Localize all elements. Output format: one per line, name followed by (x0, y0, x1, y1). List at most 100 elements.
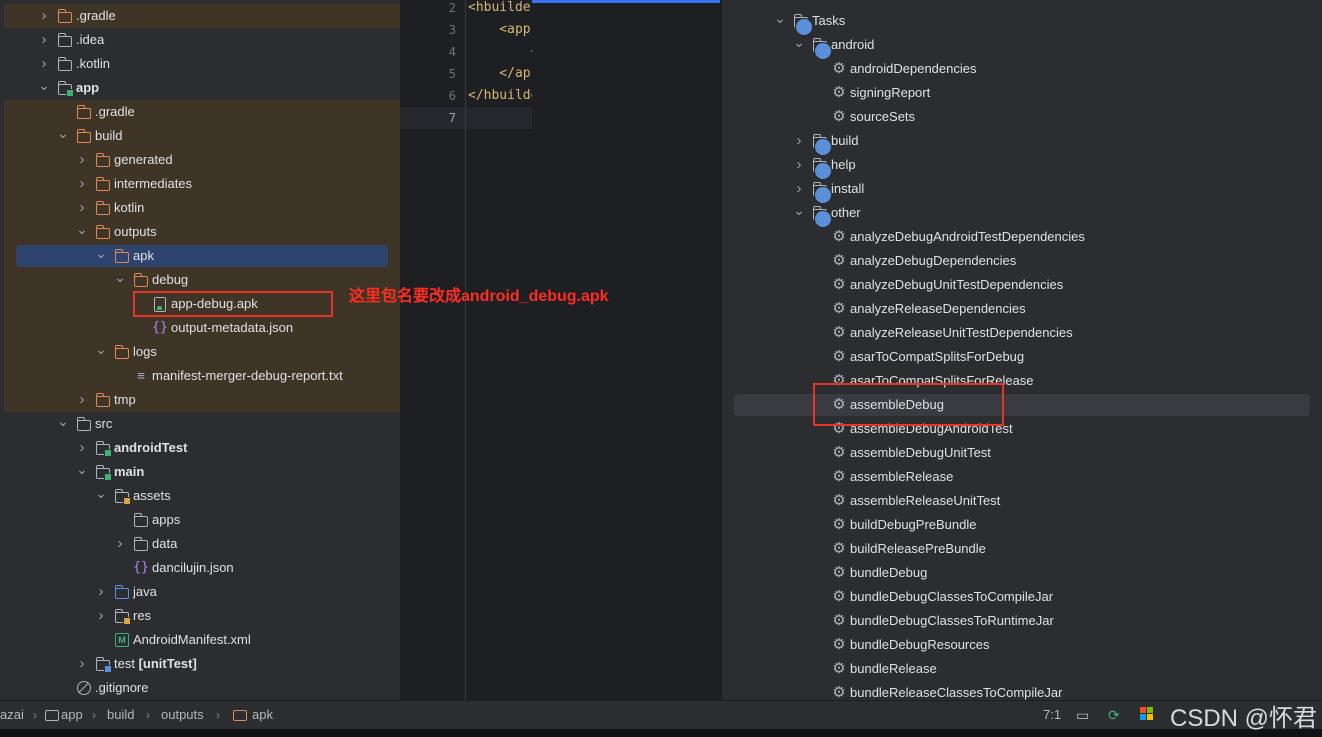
tree-item[interactable]: apps (0, 508, 400, 532)
code-line[interactable]: </ap (468, 63, 530, 85)
comment-icon[interactable]: ▭ (1076, 701, 1089, 729)
chevron-right-icon[interactable]: › (793, 133, 805, 148)
chevron-right-icon[interactable]: › (38, 32, 50, 47)
tree-item[interactable]: ⌄ app (0, 76, 400, 100)
sync-icon[interactable]: ⟳ (1108, 701, 1120, 729)
chevron-right-icon[interactable]: › (793, 157, 805, 172)
task-item[interactable]: ⚙ asarToCompatSplitsForDebug (722, 345, 1322, 369)
chevron-down-icon[interactable]: ⌄ (774, 11, 786, 25)
tree-item[interactable]: ⌄ logs (0, 340, 400, 364)
task-item[interactable]: › help (722, 153, 1322, 180)
chevron-down-icon[interactable]: ⌄ (793, 203, 805, 217)
tree-item[interactable]: › .gradle (0, 4, 400, 28)
task-item[interactable]: ⚙ assembleReleaseUnitTest (722, 489, 1322, 513)
code-line[interactable]: <app (468, 19, 530, 41)
task-item[interactable]: ⚙ analyzeDebugUnitTestDependencies (722, 273, 1322, 297)
chevron-down-icon[interactable]: ⌄ (57, 414, 69, 428)
code-line[interactable]: </hbuilde (468, 85, 538, 107)
tree-item[interactable]: {} dancilujin.json (0, 556, 400, 580)
tree-item[interactable]: {} output-metadata.json (0, 316, 400, 340)
task-item[interactable]: ⚙ androidDependencies (722, 57, 1322, 81)
chevron-right-icon[interactable]: › (38, 56, 50, 71)
breadcrumb-app[interactable]: app (61, 701, 83, 729)
task-item[interactable]: ⚙ bundleDebugClassesToRuntimeJar (722, 609, 1322, 633)
chevron-down-icon[interactable]: ⌄ (38, 78, 50, 92)
tree-item[interactable]: ⌄ outputs (0, 220, 400, 244)
task-item[interactable]: › install (722, 177, 1322, 204)
task-item[interactable]: ⌄ Tasks (722, 9, 1322, 36)
tree-item[interactable]: ⌄ debug (0, 268, 400, 292)
task-item[interactable]: ⚙ asarToCompatSplitsForRelease (722, 369, 1322, 393)
chevron-down-icon[interactable]: ⌄ (57, 126, 69, 140)
breadcrumb-project[interactable]: azai (0, 701, 24, 729)
task-item[interactable]: ⚙ analyzeDebugDependencies (722, 249, 1322, 273)
task-item[interactable]: ⚙ bundleDebugResources (722, 633, 1322, 657)
chevron-right-icon[interactable]: › (95, 584, 107, 599)
task-item[interactable]: ⚙ bundleDebug (722, 561, 1322, 585)
chevron-right-icon[interactable]: › (76, 656, 88, 671)
chevron-down-icon[interactable]: ⌄ (76, 462, 88, 476)
tree-item[interactable]: › res (0, 604, 400, 628)
breadcrumb-outputs[interactable]: outputs (161, 701, 204, 729)
cursor-position[interactable]: 7:1 (1043, 701, 1061, 729)
tree-item[interactable]: M AndroidManifest.xml (0, 628, 400, 652)
tree-item[interactable]: .gitignore (0, 676, 400, 700)
tree-item[interactable]: › data (0, 532, 400, 556)
folder-orange-icon (57, 8, 73, 24)
task-item[interactable]: ⚙ analyzeReleaseUnitTestDependencies (722, 321, 1322, 345)
tree-item[interactable]: › tmp (0, 388, 400, 412)
tree-item[interactable]: › androidTest (0, 436, 400, 460)
task-item[interactable]: ⚙ assembleDebugAndroidTest (722, 417, 1322, 441)
chevron-right-icon[interactable]: › (76, 392, 88, 407)
task-item[interactable]: ⚙ analyzeDebugAndroidTestDependencies (722, 225, 1322, 249)
chevron-right-icon[interactable]: › (38, 8, 50, 23)
chevron-down-icon[interactable]: ⌄ (95, 486, 107, 500)
task-item[interactable]: ⚙ assembleDebugUnitTest (722, 441, 1322, 465)
chevron-down-icon[interactable]: ⌄ (95, 246, 107, 260)
task-item[interactable]: ⚙ sourceSets (722, 105, 1322, 129)
tree-label: .gitignore (95, 680, 149, 695)
folder-orange-icon (76, 104, 92, 120)
tree-item[interactable]: › .kotlin (0, 52, 400, 76)
task-item[interactable]: ⚙ signingReport (722, 81, 1322, 105)
breadcrumb-build[interactable]: build (107, 701, 134, 729)
tree-item[interactable]: › generated (0, 148, 400, 172)
task-item[interactable]: ⌄ other (722, 201, 1322, 228)
task-item[interactable]: ⚙ analyzeReleaseDependencies (722, 297, 1322, 321)
task-item[interactable]: ⚙ bundleDebugClassesToCompileJar (722, 585, 1322, 609)
chevron-right-icon[interactable]: › (76, 152, 88, 167)
task-item[interactable]: ⚙ buildDebugPreBundle (722, 513, 1322, 537)
tree-item[interactable]: ⌄ build (0, 124, 400, 148)
task-item[interactable]: ⚙ assembleDebug (722, 393, 1322, 417)
tree-item[interactable]: › test [unitTest] (0, 652, 400, 676)
chevron-right-icon[interactable]: › (76, 440, 88, 455)
tree-item[interactable]: › intermediates (0, 172, 400, 196)
tree-item[interactable]: › .idea (0, 28, 400, 52)
tree-item[interactable]: .gradle (0, 100, 400, 124)
tree-item[interactable]: › java (0, 580, 400, 604)
chevron-right-icon[interactable]: › (76, 200, 88, 215)
chevron-down-icon[interactable]: ⌄ (76, 222, 88, 236)
chevron-right-icon[interactable]: › (95, 608, 107, 623)
chevron-down-icon[interactable]: ⌄ (793, 35, 805, 49)
breadcrumb-apk[interactable]: apk (252, 701, 273, 729)
task-item[interactable]: ⚙ buildReleasePreBundle (722, 537, 1322, 561)
task-item[interactable]: ⚙ bundleRelease (722, 657, 1322, 681)
code-line[interactable]: < (468, 41, 539, 63)
chevron-down-icon[interactable]: ⌄ (114, 270, 126, 284)
chevron-right-icon[interactable]: › (793, 181, 805, 196)
tree-item[interactable]: ≡ manifest-merger-debug-report.txt (0, 364, 400, 388)
chevron-right-icon[interactable]: › (114, 536, 126, 551)
tree-item[interactable]: ⌄ apk (0, 244, 400, 268)
task-item[interactable]: ⌄ android (722, 33, 1322, 60)
editor-pane[interactable]: 2 <hbuilde 3 <app 4 <5 </ap 6 </hbuilde 7 (400, 0, 722, 700)
tree-item[interactable]: ⌄ main (0, 460, 400, 484)
tree-item[interactable]: ⌄ src (0, 412, 400, 436)
code-line[interactable]: <hbuilde (468, 0, 531, 19)
chevron-right-icon[interactable]: › (76, 176, 88, 191)
tree-item[interactable]: ⌄ assets (0, 484, 400, 508)
task-item[interactable]: › build (722, 129, 1322, 156)
tree-item[interactable]: › kotlin (0, 196, 400, 220)
chevron-down-icon[interactable]: ⌄ (95, 342, 107, 356)
task-item[interactable]: ⚙ assembleRelease (722, 465, 1322, 489)
